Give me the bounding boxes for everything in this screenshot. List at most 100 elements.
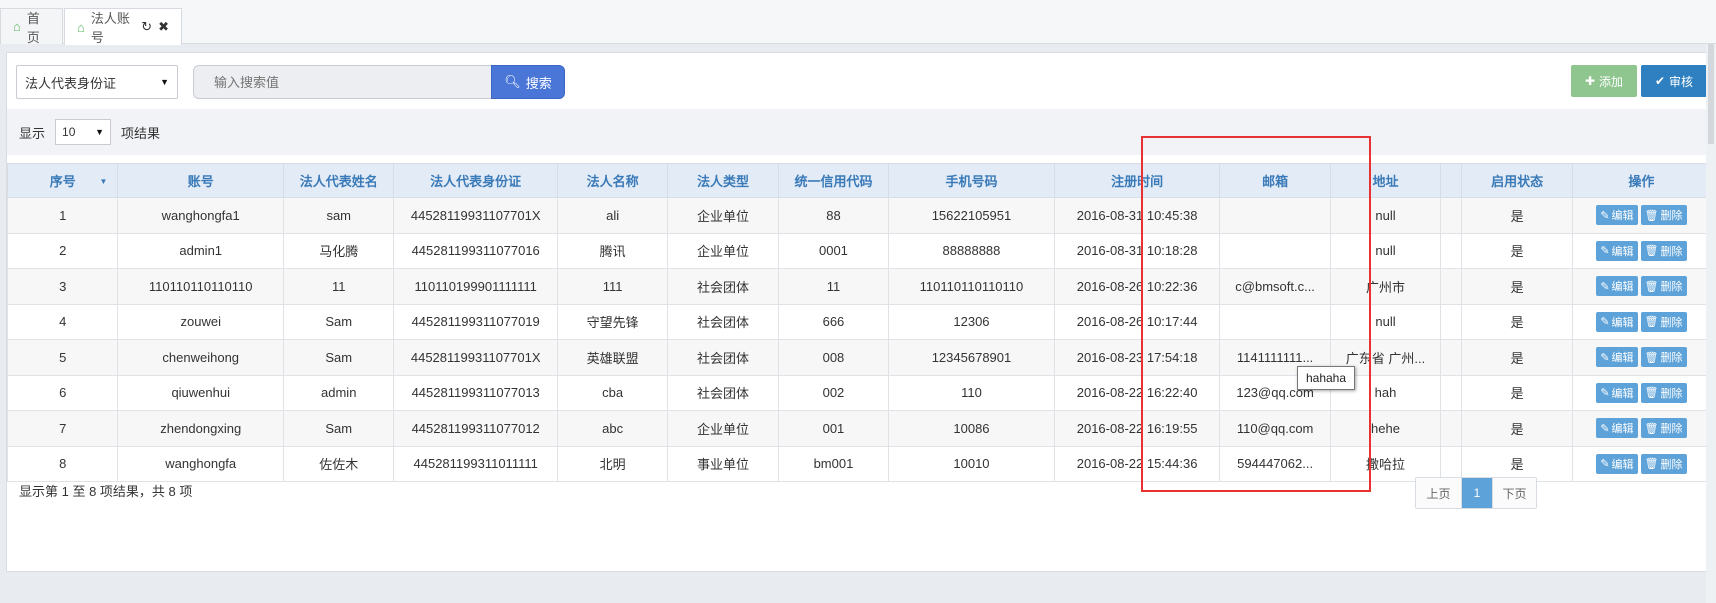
scrollbar-thumb[interactable] (1708, 44, 1714, 144)
add-button[interactable]: ✚ 添加 (1571, 65, 1637, 97)
rep-id-cell: 445281199311077012 (393, 410, 558, 447)
tab-home[interactable]: ⌂ 首页 (0, 8, 63, 45)
edit-button[interactable]: ✎ 编辑 (1596, 240, 1638, 261)
edit-button[interactable]: ✎ 编辑 (1596, 347, 1638, 368)
delete-button[interactable]: 🗑︎ 删除 (1640, 205, 1687, 226)
refresh-icon[interactable]: ↻ (141, 19, 152, 35)
account-cell: wanghongfa1 (117, 197, 285, 234)
home-icon: ⌂ (77, 19, 85, 35)
account-cell: zhendongxing (117, 410, 285, 447)
legal-type-cell: 社会团体 (667, 303, 779, 340)
delete-button[interactable]: 🗑︎ 删除 (1640, 276, 1687, 297)
edit-button[interactable]: ✎ 编辑 (1596, 382, 1638, 403)
home-icon: ⌂ (13, 19, 21, 34)
edit-icon: ✎ (1600, 458, 1610, 471)
edit-button[interactable]: ✎ 编辑 (1596, 276, 1638, 297)
highlight-annotation-box (1141, 136, 1371, 492)
table-row[interactable]: 5 chenweihong Sam 44528119931107701X 英雄联盟 社会团… (6, 339, 1712, 376)
column-header[interactable]: 统一信用代码 (777, 163, 890, 198)
edit-button[interactable]: ✎ 编辑 (1596, 311, 1638, 332)
table-row[interactable]: 4 zouwei Sam 445281199311077019 守望先锋 社会团体 666 1… (6, 303, 1712, 340)
delete-button-label: 删除 (1660, 423, 1683, 436)
spacer-cell (1440, 339, 1463, 376)
table-row[interactable]: 6 qiuwenhui admin 445281199311077013 cba 社会团体… (6, 374, 1712, 411)
next-page-button[interactable]: 下页 (1492, 478, 1536, 508)
table-row[interactable]: 1 wanghongfa1 sam 44528119931107701X ali 企业单位… (6, 197, 1712, 234)
column-header[interactable]: 法人代表姓名 (283, 163, 395, 198)
edit-button[interactable]: ✎ 编辑 (1596, 418, 1638, 439)
actions-cell: ✎ 编辑 🗑︎ 删除 (1571, 339, 1712, 376)
legal-name-cell: 守望先锋 (556, 303, 669, 340)
legal-type-cell: 事业单位 (667, 445, 779, 482)
trash-icon: 🗑︎ (1644, 422, 1659, 435)
phone-cell: 10086 (888, 410, 1055, 447)
edit-button[interactable]: ✎ 编辑 (1596, 453, 1638, 474)
row-number: 7 (6, 410, 119, 447)
column-header[interactable]: 启用状态 (1461, 163, 1573, 198)
delete-button-label: 删除 (1660, 281, 1683, 294)
trash-icon: 🗑︎ (1644, 209, 1659, 222)
toolbar: 法人代表身份证 ▼ 🔍︎ 搜索 ✚ 添加 ✔ 审核 (7, 53, 1709, 109)
credit-code-cell: 88 (777, 197, 890, 234)
status-cell: 是 (1461, 197, 1573, 234)
delete-button[interactable]: 🗑︎ 删除 (1640, 311, 1687, 332)
content-panel: 法人代表身份证 ▼ 🔍︎ 搜索 ✚ 添加 ✔ 审核 显示 10 ▼ 项结果 (6, 52, 1712, 572)
search-button[interactable]: 🔍︎ 搜索 (491, 65, 565, 99)
actions-cell: ✎ 编辑 🗑︎ 删除 (1571, 197, 1712, 234)
tab-legal-account[interactable]: ⌂ 法人账号 ↻ ✖ (64, 8, 182, 45)
spacer-cell (1440, 303, 1463, 340)
account-cell: admin1 (117, 232, 285, 269)
rep-id-cell: 44528119931107701X (393, 197, 558, 234)
search-field-select[interactable]: 法人代表身份证 ▼ (16, 65, 178, 99)
prev-page-button[interactable]: 上页 (1416, 478, 1462, 508)
column-header[interactable]: 账号 (117, 163, 285, 198)
column-header[interactable]: 序号 ▼ (6, 163, 119, 198)
edit-icon: ✎ (1600, 422, 1610, 435)
delete-button-label: 删除 (1660, 352, 1683, 365)
account-cell: wanghongfa (117, 445, 285, 482)
edit-button-label: 编辑 (1611, 352, 1634, 365)
delete-button[interactable]: 🗑︎ 删除 (1640, 240, 1687, 261)
audit-button[interactable]: ✔ 审核 (1641, 65, 1707, 97)
tab-bar: ⌂ 首页 ⌂ 法人账号 ↻ ✖ (0, 0, 1716, 45)
close-icon[interactable]: ✖ (158, 19, 169, 35)
edit-button-label: 编辑 (1611, 316, 1634, 329)
column-header[interactable]: 法人名称 (556, 163, 669, 198)
row-number: 1 (6, 197, 119, 234)
spacer-cell (1440, 410, 1463, 447)
audit-button-label: 审核 (1669, 74, 1694, 89)
sort-desc-icon[interactable]: ▼ (99, 177, 107, 186)
column-header[interactable]: 法人类型 (667, 163, 779, 198)
trash-icon: 🗑︎ (1644, 245, 1659, 258)
plus-icon: ✚ (1584, 74, 1596, 88)
edit-button[interactable]: ✎ 编辑 (1596, 205, 1638, 226)
phone-cell: 88888888 (888, 232, 1055, 269)
rep-name-cell: 11 (283, 268, 395, 305)
column-header-label: 序号 (49, 174, 76, 189)
delete-button[interactable]: 🗑︎ 删除 (1640, 418, 1687, 439)
address-tooltip: hahaha (1297, 366, 1355, 390)
delete-button[interactable]: 🗑︎ 删除 (1640, 453, 1687, 474)
add-button-label: 添加 (1599, 74, 1624, 89)
account-cell: zouwei (117, 303, 285, 340)
page-1-button[interactable]: 1 (1462, 478, 1492, 508)
actions-cell: ✎ 编辑 🗑︎ 删除 (1571, 374, 1712, 411)
row-number: 5 (6, 339, 119, 376)
search-input[interactable] (193, 65, 491, 99)
edit-button-label: 编辑 (1611, 458, 1634, 471)
column-header[interactable]: 手机号码 (888, 163, 1055, 198)
delete-button[interactable]: 🗑︎ 删除 (1640, 382, 1687, 403)
legal-type-cell: 社会团体 (667, 339, 779, 376)
phone-cell: 10010 (888, 445, 1055, 482)
phone-cell: 15622105951 (888, 197, 1055, 234)
page-size-select[interactable]: 10 ▼ (55, 119, 112, 145)
actions-cell: ✎ 编辑 🗑︎ 删除 (1571, 410, 1712, 447)
column-header[interactable]: 法人代表身份证 (393, 163, 558, 198)
table-row[interactable]: 7 zhendongxing Sam 445281199311077012 abc 企业单… (6, 410, 1712, 447)
delete-button[interactable]: 🗑︎ 删除 (1640, 347, 1687, 368)
edit-icon: ✎ (1600, 351, 1610, 364)
table-row[interactable]: 3 110110110110110 11 110110199901111111 111 社… (6, 268, 1712, 305)
table-row[interactable]: 2 admin1 马化腾 445281199311077016 腾讯 企业单位 0001 88… (6, 232, 1712, 269)
caret-down-icon: ▼ (95, 127, 105, 137)
phone-cell: 110 (888, 374, 1055, 411)
